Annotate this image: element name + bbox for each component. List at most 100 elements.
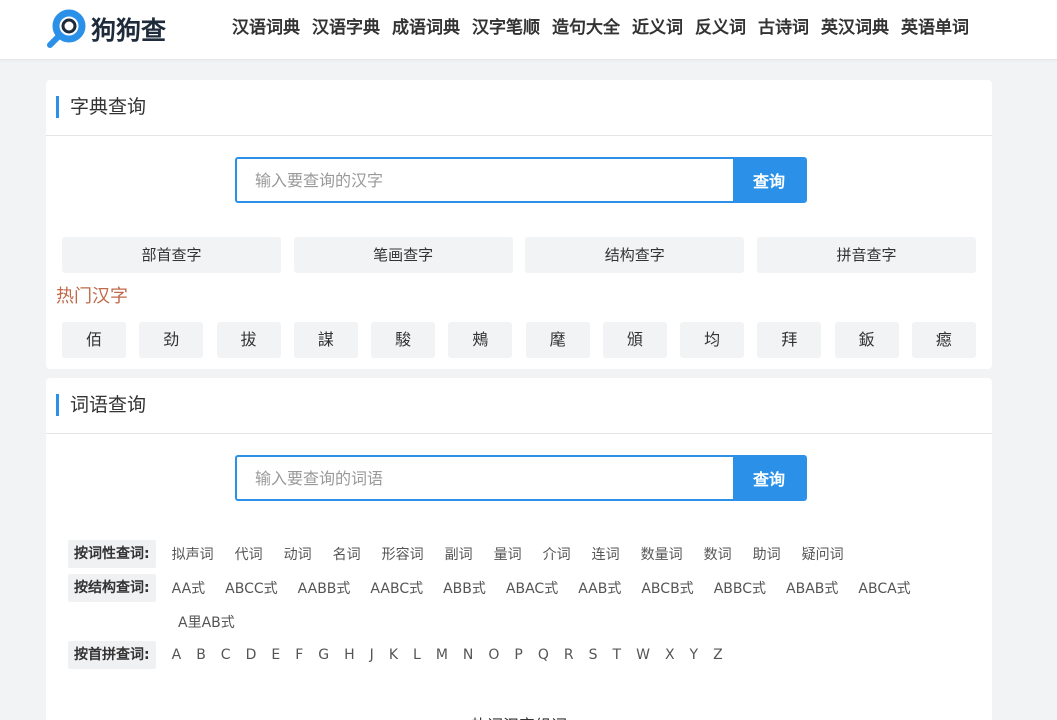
- nav-item[interactable]: 英语单词: [901, 16, 969, 40]
- title-accent-bar: [56, 96, 59, 118]
- magnifier-logo-icon: [47, 9, 86, 48]
- hot-chars-list: 佰 劲 拔 謀 駿 鵊 麾 頒 均 拜 鈑 癋: [62, 322, 976, 358]
- pinyin-filter-item[interactable]: A: [172, 647, 182, 663]
- pinyin-filter-item[interactable]: H: [344, 647, 355, 663]
- pinyin-filter-item[interactable]: F: [295, 647, 303, 663]
- structure-filter-item[interactable]: ABAB式: [786, 578, 838, 598]
- nav-item[interactable]: 汉语词典: [232, 16, 300, 40]
- pos-filter-item[interactable]: 数量词: [641, 544, 683, 564]
- pinyin-filter-item[interactable]: C: [221, 647, 231, 663]
- hot-char[interactable]: 均: [680, 322, 745, 358]
- pinyin-filter-item[interactable]: Q: [538, 647, 549, 663]
- pinyin-filter-item[interactable]: L: [413, 647, 421, 663]
- pos-filter-item[interactable]: 拟声词: [172, 544, 214, 564]
- pos-filter-item[interactable]: 代词: [235, 544, 263, 564]
- nav-item[interactable]: 近义词: [632, 16, 683, 40]
- hot-char[interactable]: 佰: [62, 322, 126, 358]
- hot-chars-title: 热门汉字: [56, 286, 128, 307]
- panel-header: 词语查询: [46, 378, 992, 434]
- structure-filter-item[interactable]: A里AB式: [178, 612, 235, 632]
- pinyin-filter-items: ABCDEFGHJKLMNOPQRSTWXYZ: [172, 647, 738, 663]
- structure-filter-item[interactable]: ABCB式: [641, 578, 693, 598]
- pos-filter-item[interactable]: 副词: [445, 544, 473, 564]
- hot-char[interactable]: 劲: [139, 322, 204, 358]
- logo[interactable]: 狗狗查: [46, 8, 166, 50]
- pinyin-filter-item[interactable]: W: [636, 647, 650, 663]
- nav-item[interactable]: 反义词: [695, 16, 746, 40]
- structure-filter-item[interactable]: AAB式: [578, 578, 621, 598]
- pinyin-filter-item[interactable]: T: [613, 647, 622, 663]
- pinyin-lookup-button[interactable]: 拼音查字: [756, 237, 976, 273]
- nav-item[interactable]: 成语词典: [392, 16, 460, 40]
- hot-char[interactable]: 駿: [371, 322, 436, 358]
- hot-char[interactable]: 鈑: [834, 322, 899, 358]
- pinyin-filter-item[interactable]: X: [665, 647, 675, 663]
- pinyin-filter-item[interactable]: J: [370, 647, 374, 663]
- pinyin-filter-item[interactable]: E: [271, 647, 280, 663]
- hot-char[interactable]: 鵊: [448, 322, 513, 358]
- pinyin-filter-item[interactable]: K: [389, 647, 398, 663]
- pos-filter-item[interactable]: 连词: [592, 544, 620, 564]
- pos-filter-label: 按词性查词:: [68, 540, 156, 568]
- nav-item[interactable]: 古诗词: [758, 16, 809, 40]
- stroke-lookup-button[interactable]: 笔画查字: [293, 237, 513, 273]
- pos-filter-item[interactable]: 助词: [753, 544, 781, 564]
- hot-char[interactable]: 拔: [216, 322, 281, 358]
- pos-filter-item[interactable]: 名词: [333, 544, 361, 564]
- pos-filter-item[interactable]: 疑问词: [802, 544, 844, 564]
- structure-filter-item[interactable]: AABC式: [370, 578, 423, 598]
- word-search-input[interactable]: [237, 457, 733, 499]
- pinyin-filter-item[interactable]: R: [564, 647, 574, 663]
- structure-filter-row: 按结构查词: AA式 ABCC式 AABB式 AABC式 ABB式 ABAC式 AAB式 AB…: [68, 574, 931, 602]
- pinyin-filter-item[interactable]: P: [514, 647, 522, 663]
- structure-filter-items: AA式 ABCC式 AABB式 AABC式 ABB式 ABAC式 AAB式 ABCB式 ABBC…: [172, 578, 931, 598]
- pinyin-filter-item[interactable]: O: [488, 647, 499, 663]
- hot-char[interactable]: 麾: [525, 322, 590, 358]
- word-search-button[interactable]: 查询: [733, 457, 805, 499]
- pinyin-filter-item[interactable]: G: [318, 647, 329, 663]
- panel-title: 字典查询: [70, 96, 147, 118]
- char-search-button[interactable]: 查询: [733, 159, 805, 201]
- pinyin-filter-item[interactable]: S: [589, 647, 598, 663]
- nav-item[interactable]: 汉语字典: [312, 16, 380, 40]
- structure-filter-item[interactable]: ABBC式: [714, 578, 766, 598]
- hot-words-title: 热词汉字组词: [46, 712, 992, 720]
- panel-title: 词语查询: [70, 394, 147, 416]
- pinyin-filter-item[interactable]: N: [463, 647, 473, 663]
- word-search-box: 查询: [235, 455, 807, 501]
- pos-filter-items: 拟声词 代词 动词 名词 形容词 副词 量词 介词 连词 数量词 数词 助词 疑问词: [172, 544, 865, 564]
- pinyin-filter-item[interactable]: B: [196, 647, 206, 663]
- nav-item[interactable]: 造句大全: [552, 16, 620, 40]
- structure-filter-item[interactable]: ABB式: [443, 578, 486, 598]
- logo-text: 狗狗查: [91, 16, 167, 45]
- nav-item[interactable]: 汉字笔顺: [472, 16, 540, 40]
- pinyin-filter-label: 按首拼查词:: [68, 641, 156, 669]
- structure-lookup-button[interactable]: 结构查字: [525, 237, 745, 273]
- char-search-input[interactable]: [237, 159, 733, 201]
- pinyin-filter-item[interactable]: Z: [713, 647, 723, 663]
- pinyin-filter-item[interactable]: D: [246, 647, 257, 663]
- pos-filter-item[interactable]: 介词: [543, 544, 571, 564]
- structure-filter-item[interactable]: ABCC式: [225, 578, 278, 598]
- main-nav: 汉语词典 汉语字典 成语词典 汉字笔顺 造句大全 近义词 反义词 古诗词 英汉词…: [226, 16, 975, 40]
- structure-filter-item[interactable]: AABB式: [298, 578, 351, 598]
- lookup-modes: 部首查字 笔画查字 结构查字 拼音查字: [62, 237, 976, 273]
- hot-char[interactable]: 頒: [602, 322, 667, 358]
- structure-filter-label: 按结构查词:: [68, 574, 156, 602]
- structure-filter-item[interactable]: ABCA式: [858, 578, 910, 598]
- pinyin-filter-item[interactable]: M: [436, 647, 448, 663]
- nav-item[interactable]: 英汉词典: [821, 16, 889, 40]
- hot-char[interactable]: 謀: [293, 322, 358, 358]
- structure-filter-item[interactable]: ABAC式: [506, 578, 558, 598]
- hot-char[interactable]: 拜: [757, 322, 822, 358]
- pos-filter-item[interactable]: 动词: [284, 544, 312, 564]
- site-header: 狗狗查 汉语词典 汉语字典 成语词典 汉字笔顺 造句大全 近义词 反义词 古诗词…: [0, 0, 1057, 60]
- hot-char[interactable]: 癋: [911, 322, 976, 358]
- radical-lookup-button[interactable]: 部首查字: [62, 237, 281, 273]
- pos-filter-item[interactable]: 形容词: [382, 544, 424, 564]
- panel-header: 字典查询: [46, 80, 992, 136]
- pos-filter-item[interactable]: 数词: [704, 544, 732, 564]
- structure-filter-item[interactable]: AA式: [172, 578, 206, 598]
- pinyin-filter-item[interactable]: Y: [690, 647, 699, 663]
- pos-filter-item[interactable]: 量词: [494, 544, 522, 564]
